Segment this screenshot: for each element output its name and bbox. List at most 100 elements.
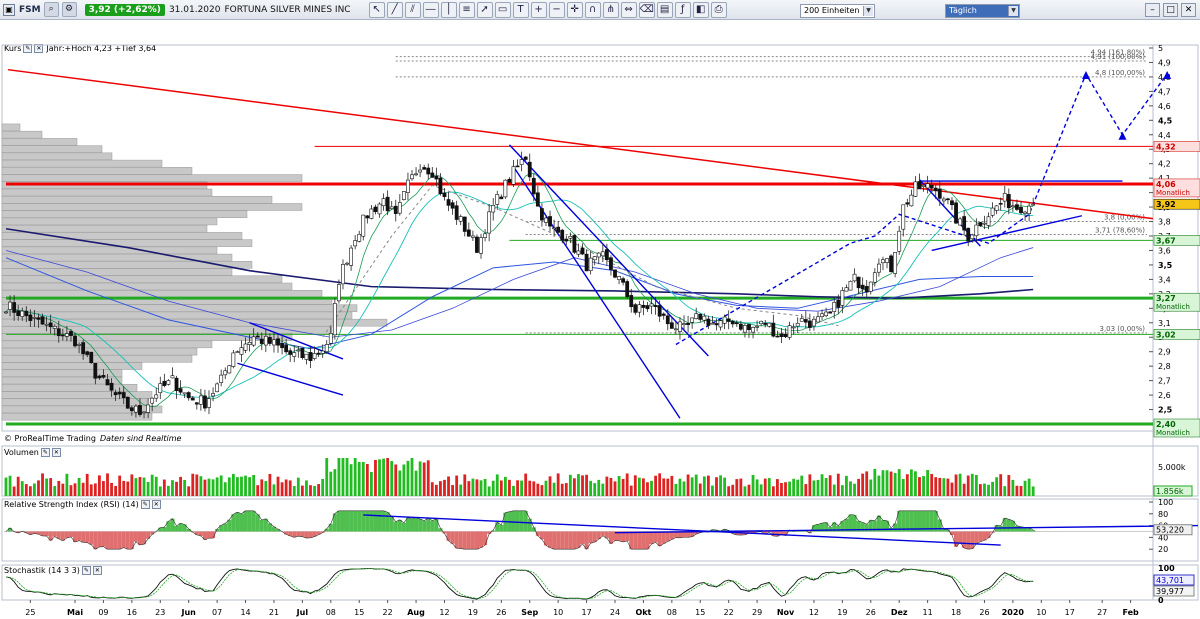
volume-bar (759, 484, 763, 496)
rsi-last-label: 53,220 (1156, 526, 1184, 535)
price-label-period: Monatlich (1156, 189, 1190, 197)
indicator-tool-icon[interactable]: ƒ (674, 1, 691, 18)
eraser-tool-icon[interactable]: ⌫ (638, 1, 655, 18)
x-tick-label: 2020 (1002, 608, 1025, 617)
print-tool-icon[interactable]: ⎙ (710, 1, 727, 18)
candle-body (125, 396, 130, 409)
chevron-down-icon[interactable]: ▼ (863, 6, 873, 16)
volume-bar (443, 479, 446, 496)
candle-body (316, 352, 321, 355)
candle-body (552, 227, 557, 230)
candle-body (162, 380, 167, 386)
candle-body (832, 302, 837, 312)
candle-body (653, 305, 658, 307)
candle-body (146, 404, 151, 413)
volume-bar (430, 482, 434, 496)
candle-body (129, 407, 134, 412)
candle-body (556, 226, 561, 233)
search-icon[interactable]: ⌕ (43, 2, 59, 17)
symbol-label[interactable]: FSM (19, 5, 41, 15)
volume-bar (999, 474, 1003, 496)
candle-body (714, 323, 719, 326)
y-tick-label: 2,5 (1158, 406, 1173, 415)
lock-tool-icon[interactable]: ▤ (656, 1, 673, 18)
volume-bar (20, 481, 24, 496)
candle-body (885, 258, 889, 263)
settings-icon[interactable]: ⚙ (61, 2, 77, 17)
candle-body (422, 167, 427, 170)
candle-body (678, 321, 682, 332)
window-menu-icon[interactable]: ▣ (3, 3, 15, 16)
channel-tool-icon[interactable]: ⫽ (404, 1, 421, 18)
candle-body (527, 161, 532, 178)
pitchfork-tool-icon[interactable]: ⋔ (602, 1, 619, 18)
candle-body (190, 397, 195, 401)
crosshair-tool-icon[interactable]: ✛ (566, 1, 583, 18)
volume-bar (24, 484, 28, 496)
trendline-tool-icon[interactable]: ╱ (386, 1, 403, 18)
volume-bar (646, 482, 649, 496)
maximize-icon[interactable]: □ (1163, 3, 1178, 17)
projection-arrow-path[interactable] (675, 72, 1168, 346)
volume-bar (771, 486, 775, 496)
candle-body (706, 318, 711, 326)
candle-body (730, 320, 735, 325)
minimize-icon[interactable]: – (1145, 3, 1160, 17)
measure-tool-icon[interactable]: ⇔ (620, 1, 637, 18)
chart-canvas[interactable]: 54,94,84,74,64,54,44,34,24,143,93,83,73,… (0, 20, 1200, 619)
candle-body (373, 206, 378, 213)
x-tick-label: 12 (809, 608, 819, 617)
x-tick-label: 27 (1097, 608, 1107, 617)
candle-body (470, 235, 475, 238)
x-tick-label: 15 (354, 608, 364, 617)
zoom-out-icon[interactable]: − (548, 1, 565, 18)
magnet-tool-icon[interactable]: ∩ (584, 1, 601, 18)
candle-body (1006, 194, 1011, 209)
arrow-tool-icon[interactable]: ➚ (476, 1, 493, 18)
close-icon[interactable]: ✕ (1181, 3, 1196, 17)
volume-bar (296, 477, 300, 496)
volume-bar (678, 478, 682, 496)
volume-bar (12, 486, 16, 496)
candle-body (734, 322, 739, 325)
volume-bar (905, 474, 909, 496)
units-select[interactable]: 200 Einheiten ▼ (800, 4, 875, 18)
candle-body (617, 276, 621, 280)
fibonacci-tool-icon[interactable]: ≡ (458, 1, 475, 18)
x-tick-label: 19 (837, 608, 847, 617)
volume-bar (300, 485, 304, 496)
interval-select[interactable]: Täglich ▼ (945, 4, 1020, 18)
vertical-line-tool-icon[interactable]: │ (440, 1, 457, 18)
candle-body (243, 343, 248, 351)
zoom-in-icon[interactable]: + (530, 1, 547, 18)
x-tick-label: Okt (635, 608, 651, 617)
horizontal-line-tool-icon[interactable]: ― (422, 1, 439, 18)
volume-profile-bar (1, 138, 78, 146)
volume-bar (609, 477, 613, 496)
x-tick-label: 17 (581, 608, 591, 617)
cursor-tool-icon[interactable]: ↖ (368, 1, 385, 18)
volume-bar (938, 477, 942, 496)
candle-body (710, 322, 715, 325)
x-tick-label: Jul (296, 608, 309, 617)
candle-body (921, 184, 926, 187)
volume-bar (207, 478, 211, 496)
rectangle-tool-icon[interactable]: ▭ (494, 1, 511, 18)
chevron-down-icon[interactable]: ▼ (1008, 6, 1018, 16)
candle-body (913, 181, 918, 197)
candle-body (588, 257, 593, 272)
candle-body (32, 317, 37, 319)
y-tick-label: 4,5 (1158, 116, 1173, 125)
volume-bar (706, 475, 710, 496)
candle-body (235, 351, 240, 353)
volume-bar (625, 473, 629, 496)
screenshot-tool-icon[interactable]: ◧ (692, 1, 709, 18)
text-tool-icon[interactable]: T (512, 1, 529, 18)
candle-body (633, 304, 638, 313)
volume-bar (995, 477, 999, 496)
candle-body (401, 191, 406, 200)
trend-channel-line[interactable] (237, 362, 344, 396)
candle-body (20, 310, 25, 317)
candle-body (288, 350, 293, 355)
volume-bar (503, 476, 507, 496)
